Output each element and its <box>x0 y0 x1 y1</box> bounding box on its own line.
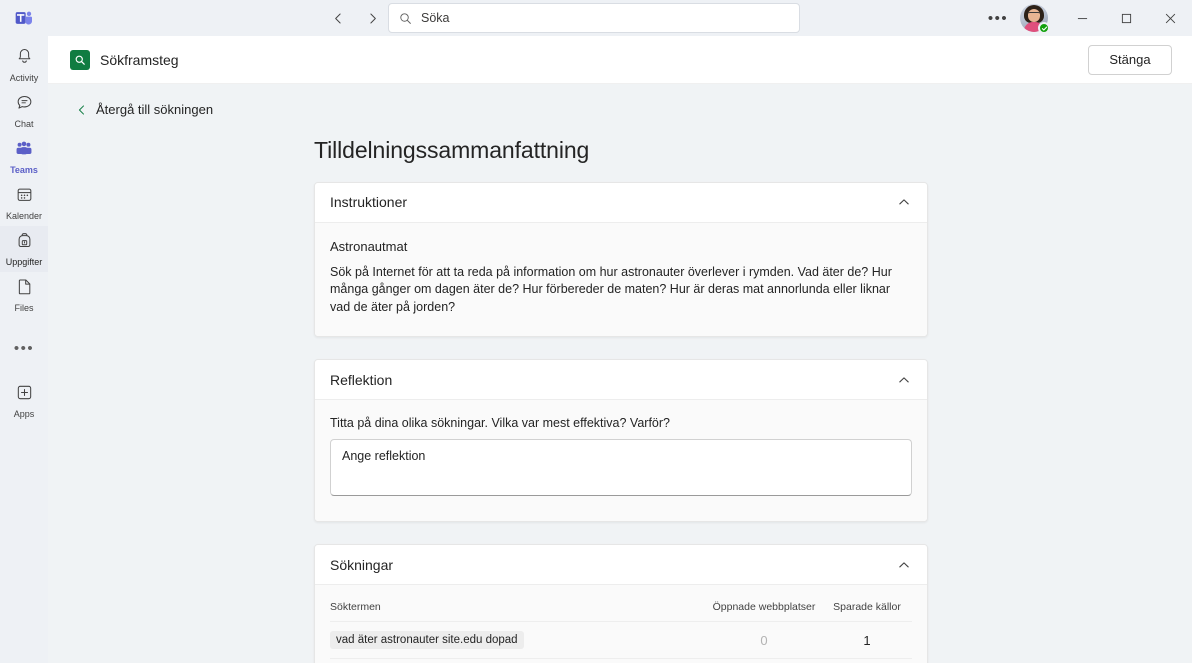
forward-button[interactable] <box>359 5 385 31</box>
sidebar-item-label: Teams <box>10 165 38 175</box>
assignment-summary-panel: Tilldelningssammanfattning Instruktioner… <box>312 137 928 663</box>
sidebar-item-kalender[interactable]: Kalender <box>0 180 48 226</box>
sidebar-item-files[interactable]: Files <box>0 272 48 318</box>
instructions-text: Sök på Internet för att ta reda på infor… <box>330 264 892 314</box>
saved-sources-cell: 1 <box>822 621 912 659</box>
instructions-card-header[interactable]: Instruktioner <box>315 182 927 223</box>
search-input[interactable] <box>421 11 789 25</box>
chevron-left-icon <box>76 104 88 116</box>
searches-card: Sökningar Söktermen Öppnade webbplatser … <box>314 544 928 663</box>
table-row[interactable]: astronaut daglig kost doc:ppt Senaste 24… <box>330 658 912 663</box>
backpack-icon <box>15 231 34 255</box>
window-controls: ••• <box>982 0 1192 36</box>
back-to-search-label: Återgå till sökningen <box>96 102 214 117</box>
back-button[interactable] <box>325 5 351 31</box>
presence-available-icon <box>1038 22 1050 34</box>
saved-sources-cell: 0 <box>822 658 912 663</box>
avatar[interactable] <box>1020 4 1050 34</box>
column-header-saved-sources: Sparade källor <box>833 601 901 613</box>
chevron-up-icon[interactable] <box>897 373 911 387</box>
saved-sources-value: 1 <box>863 632 871 648</box>
reflection-input[interactable] <box>330 439 912 496</box>
column-header-opened-sites: Öppnade webbplatser <box>712 601 816 613</box>
plus-square-icon <box>15 383 34 407</box>
search-term-chip: vad äter astronauter site.edu dopad <box>330 631 524 649</box>
back-to-search-link[interactable]: Återgå till sökningen <box>76 102 213 117</box>
opened-sites-cell: 0 <box>706 658 822 663</box>
app-rail: Activity Chat Teams Kalender Uppgifter F… <box>0 36 48 663</box>
maximize-button[interactable] <box>1104 0 1148 36</box>
calendar-icon <box>15 185 34 209</box>
searches-table: Söktermen Öppnade webbplatser Sparade kä… <box>330 601 912 663</box>
nav-buttons <box>325 0 385 36</box>
sidebar-item-label: Uppgifter <box>5 257 43 267</box>
title-bar: ••• <box>0 0 1192 36</box>
reflection-card: Reflektion Titta på dina olika sökningar… <box>314 359 928 522</box>
settings-and-more-button[interactable]: ••• <box>982 2 1014 34</box>
global-search-box[interactable] <box>388 3 800 33</box>
reflection-title: Reflektion <box>330 371 393 388</box>
sidebar-item-chat[interactable]: Chat <box>0 88 48 134</box>
minimize-button[interactable] <box>1060 0 1104 36</box>
instructions-card: Instruktioner Astronautmat Sök på Intern… <box>314 181 928 337</box>
searches-title: Sökningar <box>330 556 394 573</box>
chevron-up-icon[interactable] <box>897 195 911 209</box>
sidebar-item-uppgifter[interactable]: Uppgifter <box>0 226 48 272</box>
chevron-up-icon[interactable] <box>897 558 911 572</box>
sidebar-item-label: Apps <box>13 409 35 419</box>
search-term-cell: astronaut daglig kost doc:ppt Senaste 24… <box>330 658 706 663</box>
opened-sites-cell: 0 <box>706 621 822 659</box>
file-icon <box>15 277 34 301</box>
instructions-title: Instruktioner <box>330 194 408 210</box>
sidebar-item-label: Files <box>14 303 34 313</box>
search-term-cell: vad äter astronauter site.edu dopad <box>330 621 706 659</box>
search-app-icon <box>70 49 90 70</box>
close-app-button[interactable]: Stänga <box>1088 44 1172 75</box>
searches-card-header[interactable]: Sökningar <box>315 545 927 585</box>
app-header: Sökframsteg Stänga <box>48 36 1192 84</box>
opened-sites-value: 0 <box>760 632 768 648</box>
instructions-subtitle: Astronautmat <box>330 238 408 254</box>
chat-icon <box>15 93 34 117</box>
sidebar-more-apps-button[interactable]: ••• <box>0 328 48 368</box>
content-area: Återgå till sökningen Tilldelningssamman… <box>48 84 1192 663</box>
app-title: Sökframsteg <box>100 51 179 68</box>
instructions-card-body: Astronautmat Sök på Internet för att ta … <box>315 222 927 336</box>
sidebar-item-activity[interactable]: Activity <box>0 42 48 88</box>
reflection-card-body: Titta på dina olika sökningar. Vilka var… <box>315 400 927 521</box>
reflection-card-header[interactable]: Reflektion <box>315 360 927 400</box>
table-row[interactable]: vad äter astronauter site.edu dopad 0 1 <box>330 621 912 659</box>
sidebar-item-label: Activity <box>9 73 39 83</box>
bell-icon <box>15 47 34 71</box>
search-icon <box>399 12 412 25</box>
page-title: Tilldelningssammanfattning <box>314 136 590 163</box>
teams-logo-icon <box>0 0 48 36</box>
searches-card-body: Söktermen Öppnade webbplatser Sparade kä… <box>315 585 927 663</box>
column-header-term: Söktermen <box>330 601 381 613</box>
sidebar-item-label: Kalender <box>5 211 43 221</box>
reflection-question: Titta på dina olika sökningar. Vilka var… <box>330 416 670 430</box>
table-header-row: Söktermen Öppnade webbplatser Sparade kä… <box>330 601 912 622</box>
sidebar-item-apps[interactable]: Apps <box>0 378 48 424</box>
teams-people-icon <box>14 139 34 163</box>
close-button[interactable] <box>1148 0 1192 36</box>
sidebar-item-teams[interactable]: Teams <box>0 134 48 180</box>
sidebar-item-label: Chat <box>14 119 34 129</box>
